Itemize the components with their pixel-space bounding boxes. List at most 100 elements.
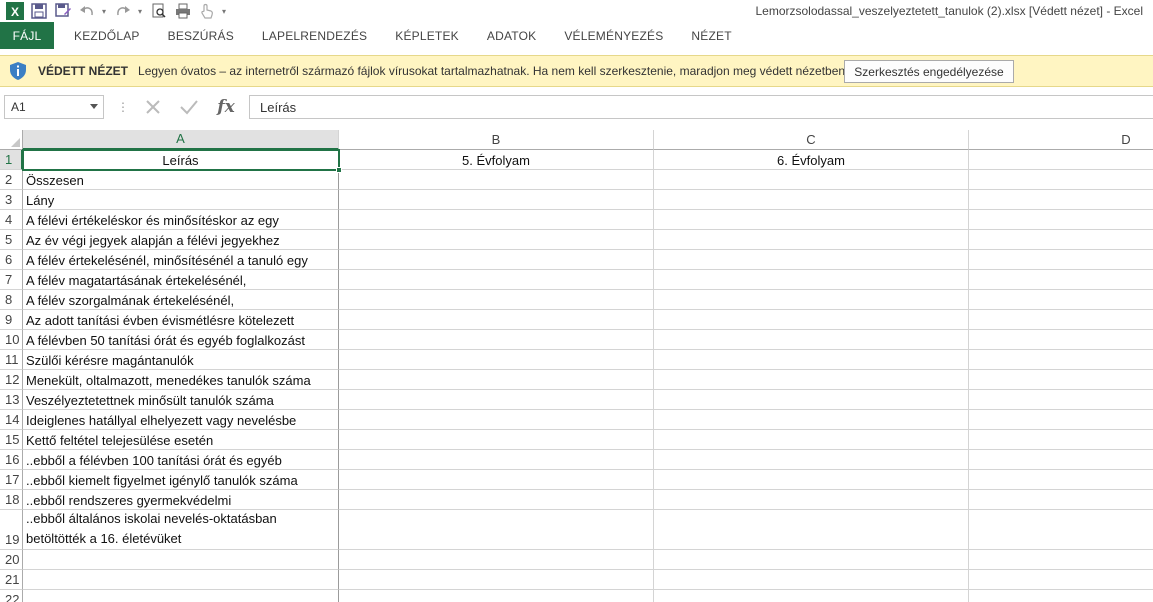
- save-icon[interactable]: [28, 1, 50, 21]
- tab-insert[interactable]: BESZÚRÁS: [154, 22, 248, 49]
- table-cell[interactable]: A félévi értékeléskor és minősítéskor az…: [23, 210, 339, 230]
- table-cell[interactable]: ..ebből kiemelt figyelmet igénylő tanuló…: [23, 470, 339, 490]
- save-as-icon[interactable]: [52, 1, 74, 21]
- select-all-button[interactable]: [0, 130, 23, 150]
- formula-bar-grip-icon[interactable]: ⋮: [117, 100, 129, 114]
- tab-view[interactable]: NÉZET: [677, 22, 745, 49]
- row-header[interactable]: 4: [0, 210, 23, 230]
- table-cell[interactable]: [23, 550, 339, 570]
- table-cell[interactable]: [654, 350, 969, 370]
- name-box[interactable]: A1: [4, 95, 104, 119]
- row-header[interactable]: 21: [0, 570, 23, 590]
- table-cell[interactable]: [969, 250, 1153, 270]
- table-cell[interactable]: Összesen: [23, 170, 339, 190]
- row-header[interactable]: 5: [0, 230, 23, 250]
- table-cell[interactable]: ..ebből rendszeres gyermekvédelmi: [23, 490, 339, 510]
- table-cell[interactable]: Az év végi jegyek alapján a félévi jegye…: [23, 230, 339, 250]
- table-cell[interactable]: [969, 190, 1153, 210]
- table-cell[interactable]: [654, 190, 969, 210]
- table-cell[interactable]: [654, 390, 969, 410]
- column-header-col-b[interactable]: B: [339, 130, 654, 150]
- insert-function-icon[interactable]: fx: [212, 95, 240, 119]
- table-cell[interactable]: [654, 510, 969, 550]
- table-cell[interactable]: [969, 510, 1153, 550]
- table-cell[interactable]: [969, 410, 1153, 430]
- table-cell[interactable]: [339, 550, 654, 570]
- row-header[interactable]: 14: [0, 410, 23, 430]
- customize-toolbar-icon[interactable]: ▾: [220, 1, 228, 21]
- table-cell[interactable]: [339, 170, 654, 190]
- table-cell[interactable]: [969, 490, 1153, 510]
- table-cell[interactable]: [654, 550, 969, 570]
- row-header[interactable]: 20: [0, 550, 23, 570]
- cancel-icon[interactable]: [139, 95, 167, 119]
- table-cell[interactable]: [339, 370, 654, 390]
- table-cell[interactable]: [969, 450, 1153, 470]
- table-cell[interactable]: [654, 490, 969, 510]
- table-cell[interactable]: [654, 210, 969, 230]
- row-header[interactable]: 17: [0, 470, 23, 490]
- table-cell[interactable]: [339, 230, 654, 250]
- table-cell[interactable]: [654, 430, 969, 450]
- table-cell[interactable]: A félév magatartásának értekelésénél,: [23, 270, 339, 290]
- quick-print-icon[interactable]: [172, 1, 194, 21]
- table-cell[interactable]: [339, 390, 654, 410]
- table-cell[interactable]: [969, 570, 1153, 590]
- column-header-col-d[interactable]: D: [969, 130, 1153, 150]
- table-cell[interactable]: [969, 310, 1153, 330]
- table-cell[interactable]: [654, 370, 969, 390]
- row-header[interactable]: 22: [0, 590, 23, 602]
- table-cell[interactable]: ..ebből a félévben 100 tanítási órát és …: [23, 450, 339, 470]
- table-cell[interactable]: [969, 270, 1153, 290]
- table-cell[interactable]: [969, 210, 1153, 230]
- row-header[interactable]: 10: [0, 330, 23, 350]
- table-cell[interactable]: [339, 210, 654, 230]
- undo-icon[interactable]: [76, 1, 98, 21]
- table-cell[interactable]: [654, 590, 969, 602]
- redo-dropdown-icon[interactable]: ▾: [136, 1, 144, 21]
- table-cell[interactable]: [339, 350, 654, 370]
- table-cell[interactable]: [339, 570, 654, 590]
- print-preview-icon[interactable]: [148, 1, 170, 21]
- header-cell[interactable]: 7. Évfolyam: [969, 150, 1153, 170]
- table-cell[interactable]: [654, 410, 969, 430]
- table-cell[interactable]: [23, 590, 339, 602]
- table-cell[interactable]: [969, 350, 1153, 370]
- row-header[interactable]: 2: [0, 170, 23, 190]
- row-header[interactable]: 18: [0, 490, 23, 510]
- tab-formulas[interactable]: KÉPLETEK: [381, 22, 473, 49]
- table-cell[interactable]: [339, 190, 654, 210]
- table-cell[interactable]: [339, 250, 654, 270]
- table-cell[interactable]: [969, 170, 1153, 190]
- table-cell[interactable]: [969, 290, 1153, 310]
- header-cell[interactable]: 6. Évfolyam: [654, 150, 969, 170]
- row-header[interactable]: 13: [0, 390, 23, 410]
- table-cell[interactable]: [969, 370, 1153, 390]
- header-cell[interactable]: 5. Évfolyam: [339, 150, 654, 170]
- header-cell[interactable]: Leírás: [23, 150, 339, 170]
- table-cell[interactable]: [654, 570, 969, 590]
- row-header[interactable]: 1: [0, 150, 23, 170]
- enter-icon[interactable]: [175, 95, 203, 119]
- row-header[interactable]: 8: [0, 290, 23, 310]
- table-cell[interactable]: [654, 270, 969, 290]
- table-cell[interactable]: A félév értekelésénél, minősítésénél a t…: [23, 250, 339, 270]
- enable-editing-button[interactable]: Szerkesztés engedélyezése: [844, 60, 1014, 83]
- table-cell[interactable]: [339, 470, 654, 490]
- tab-home[interactable]: KEZDŐLAP: [60, 22, 154, 49]
- row-header[interactable]: 6: [0, 250, 23, 270]
- table-cell[interactable]: [969, 430, 1153, 450]
- table-cell[interactable]: [23, 570, 339, 590]
- table-cell[interactable]: Veszélyeztetettnek minősült tanulók szám…: [23, 390, 339, 410]
- table-cell[interactable]: Az adott tanítási évben évismétlésre köt…: [23, 310, 339, 330]
- table-cell[interactable]: [969, 230, 1153, 250]
- table-cell[interactable]: [339, 330, 654, 350]
- table-cell[interactable]: [969, 590, 1153, 602]
- table-cell[interactable]: Menekült, oltalmazott, menedékes tanulók…: [23, 370, 339, 390]
- column-header-col-a[interactable]: A: [23, 130, 339, 150]
- table-cell[interactable]: [339, 510, 654, 550]
- row-header[interactable]: 15: [0, 430, 23, 450]
- redo-icon[interactable]: [112, 1, 134, 21]
- row-header[interactable]: 7: [0, 270, 23, 290]
- row-header[interactable]: 16: [0, 450, 23, 470]
